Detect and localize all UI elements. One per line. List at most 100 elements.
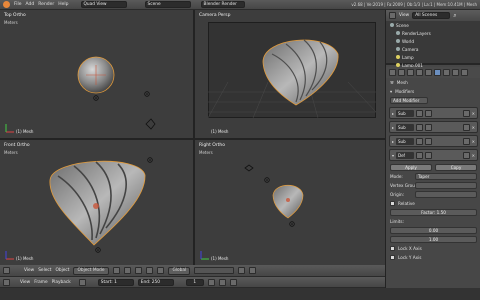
editor-type-icon[interactable] [3, 267, 10, 274]
shading-icon[interactable] [113, 267, 121, 274]
modifier-panel[interactable]: ▸ Sub ✕ [389, 121, 478, 133]
end-frame-field[interactable]: End: 250 [137, 278, 174, 286]
search-icon[interactable]: ⌕ [453, 12, 456, 20]
modifier-panel[interactable]: ▸ Sub ✕ [389, 107, 478, 119]
jump-start-icon[interactable] [207, 278, 215, 286]
render-tab-icon[interactable] [389, 69, 396, 76]
close-icon[interactable]: ✕ [472, 153, 475, 158]
menu-view[interactable]: View [399, 13, 409, 18]
modifier-name-field[interactable]: Sub [396, 123, 415, 131]
limit-min-field[interactable]: 0.00 [390, 227, 477, 234]
move-up-icon[interactable] [462, 137, 470, 145]
modifier-panel[interactable]: ▸ Sub ✕ [389, 135, 478, 147]
expand-arrow-icon[interactable]: ▸ [392, 125, 394, 130]
outliner-row[interactable]: RenderLayers [386, 29, 480, 37]
object-tab-icon[interactable] [416, 69, 423, 76]
menu-view[interactable]: View [20, 280, 30, 285]
modifiers-tab-icon[interactable] [434, 69, 441, 76]
move-up-icon[interactable] [462, 123, 470, 131]
relative-checkbox[interactable] [390, 201, 395, 206]
lock-y-checkbox[interactable] [390, 255, 395, 260]
menu-object[interactable]: Object [55, 268, 69, 273]
record-icon[interactable] [78, 278, 86, 286]
timeline-area[interactable] [0, 288, 480, 300]
start-frame-field[interactable]: Start: 1 [97, 278, 134, 286]
outliner-row[interactable]: World [386, 37, 480, 45]
texture-tab-icon[interactable] [461, 69, 468, 76]
add-modifier-dropdown[interactable]: Add Modifier [390, 97, 428, 104]
monitor-icon[interactable] [425, 109, 433, 117]
constraints-tab-icon[interactable] [425, 69, 432, 76]
factor-field[interactable]: Factor: 1.50 [390, 209, 477, 216]
close-icon[interactable]: ✕ [472, 111, 475, 116]
camera-icon[interactable] [416, 137, 424, 145]
limit-max-field[interactable]: 1.00 [390, 236, 477, 243]
move-up-icon[interactable] [462, 109, 470, 117]
outliner-row-label: Lamp [402, 54, 414, 60]
menu-file[interactable]: File [14, 2, 22, 7]
material-tab-icon[interactable] [452, 69, 459, 76]
viewport-right-ortho[interactable]: Right Ortho Meters (1) Mesh [195, 140, 385, 265]
close-icon[interactable]: ✕ [472, 139, 475, 144]
editor-type-icon[interactable] [389, 12, 396, 19]
axis-gizmo-icon [5, 124, 14, 133]
outliner-row[interactable]: Scene [386, 21, 480, 29]
menu-playback[interactable]: Playback [52, 280, 71, 285]
modifier-name-field[interactable]: Sub [396, 109, 415, 117]
apply-button[interactable]: Apply [390, 164, 432, 171]
viewport-divider-horizontal[interactable] [0, 138, 385, 140]
monitor-icon[interactable] [425, 123, 433, 131]
expand-arrow-icon[interactable]: ▸ [392, 111, 394, 116]
menu-select[interactable]: Select [38, 268, 51, 273]
menu-render[interactable]: Render [38, 2, 54, 7]
menu-frame[interactable]: Frame [34, 280, 47, 285]
jump-end-icon[interactable] [229, 278, 237, 286]
blender-logo-icon[interactable] [3, 1, 10, 8]
close-icon[interactable]: ✕ [472, 125, 475, 130]
modifier-panel[interactable]: ▾ Def ✕ [389, 149, 478, 161]
move-up-icon[interactable] [462, 151, 470, 159]
mode-label: Mode: [390, 174, 403, 179]
render-icon[interactable] [249, 267, 257, 274]
layer-buttons-icon[interactable] [194, 267, 235, 274]
monitor-icon[interactable] [425, 137, 433, 145]
viewport-top-ortho[interactable]: Top Ortho Meters (1) Mesh [0, 10, 193, 138]
modifiers-section-header[interactable]: ▾ Modifiers [386, 87, 480, 96]
scene-tab-icon[interactable] [398, 69, 405, 76]
current-frame-field[interactable]: 1 [185, 278, 204, 286]
menu-view[interactable]: View [24, 268, 34, 273]
modifier-name-field[interactable]: Sub [396, 137, 415, 145]
outliner-row[interactable]: Camera [386, 45, 480, 53]
mode-selector[interactable]: Object Mode [73, 266, 110, 275]
camera-icon[interactable] [416, 109, 424, 117]
menu-add[interactable]: Add [26, 2, 35, 7]
pivot-icon[interactable] [124, 267, 132, 274]
lock-x-checkbox[interactable] [390, 246, 395, 251]
editor-type-icon[interactable] [3, 278, 10, 286]
outliner-filter-selector[interactable]: All Scenes [412, 12, 451, 19]
rotate-icon[interactable] [157, 267, 165, 274]
orientation-selector[interactable]: Global [168, 266, 191, 275]
translate-icon[interactable] [146, 267, 154, 274]
layout-selector[interactable]: Quad View [80, 1, 127, 8]
modifier-name-field[interactable]: Def [396, 151, 415, 159]
scene-selector[interactable]: Scene [144, 1, 191, 8]
origin-field[interactable] [415, 191, 477, 198]
menu-help[interactable]: Help [58, 2, 68, 7]
expand-arrow-icon[interactable]: ▾ [392, 153, 394, 158]
render-engine-selector[interactable]: Blender Render [200, 1, 245, 8]
camera-icon[interactable] [416, 151, 424, 159]
viewport-front-ortho[interactable]: Front Ortho Meters (1) Mesh [0, 140, 193, 265]
deform-mode-dropdown[interactable]: Taper [415, 173, 477, 180]
play-icon[interactable] [218, 278, 226, 286]
world-tab-icon[interactable] [407, 69, 414, 76]
monitor-icon[interactable] [425, 151, 433, 159]
outliner-row[interactable]: Lamp [386, 53, 480, 61]
camera-icon[interactable] [416, 123, 424, 131]
vertex-group-field[interactable] [415, 182, 477, 189]
manipulator-icon[interactable] [135, 267, 143, 274]
copy-button[interactable]: Copy [435, 164, 477, 171]
expand-arrow-icon[interactable]: ▸ [392, 139, 394, 144]
snap-icon[interactable] [238, 267, 246, 274]
data-tab-icon[interactable] [443, 69, 450, 76]
